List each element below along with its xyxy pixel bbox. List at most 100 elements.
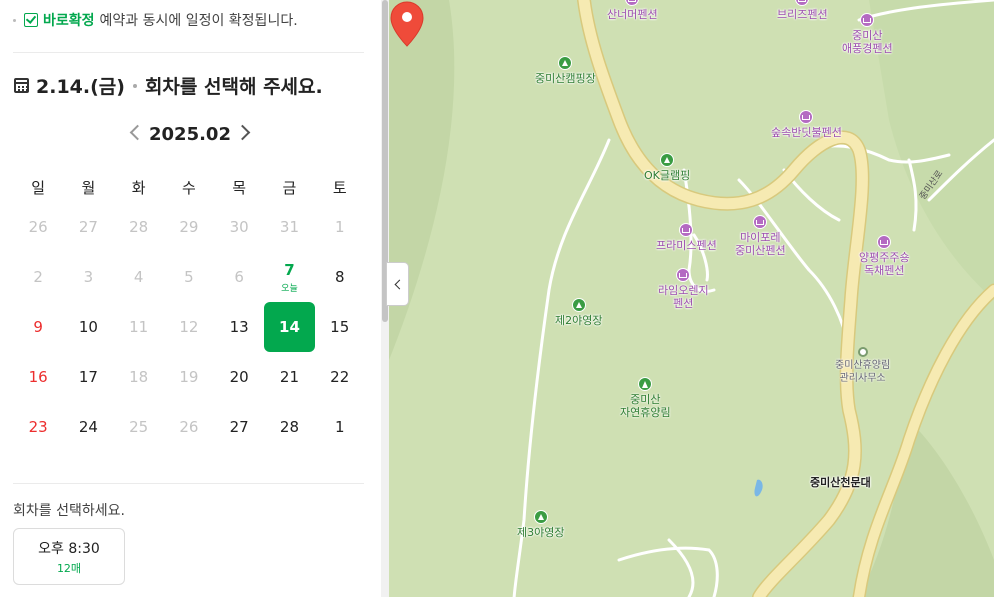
bullet-dot <box>13 18 16 22</box>
day-number: 27 <box>78 218 98 236</box>
calendar-day: 2 <box>13 252 63 302</box>
calendar-day: 30 <box>214 202 264 252</box>
divider <box>13 52 364 53</box>
weekday-label: 목 <box>232 178 247 197</box>
day-number: 3 <box>83 268 94 286</box>
calendar-day-selected[interactable]: 14 <box>264 302 316 352</box>
calendar-day: 5 <box>164 252 214 302</box>
calendar-day: 6 <box>214 252 264 302</box>
map-poi-pension[interactable]: 라임오렌지 펜션 <box>658 268 709 310</box>
selected-date-heading: 2.14.(금) 회차를 선택해 주세요. <box>14 72 323 99</box>
weekday-label: 월 <box>81 178 96 197</box>
day-number: 6 <box>234 268 244 286</box>
calendar-day[interactable]: 23 <box>13 402 63 452</box>
day-number: 7 <box>284 260 295 279</box>
month-navigator: 2025.02 <box>120 120 260 148</box>
calendar-day[interactable]: 8 <box>315 252 365 302</box>
map-poi-office[interactable]: 중미산휴양림 관리사무소 <box>835 347 890 385</box>
pension-icon <box>753 215 768 229</box>
calendar-day[interactable]: 17 <box>63 352 113 402</box>
day-number: 31 <box>279 218 299 236</box>
map-poi-pension[interactable]: 마이포레 중미산펜션 <box>735 215 786 257</box>
calendar-day: 26 <box>13 202 63 252</box>
day-number: 9 <box>33 318 43 336</box>
time-slot-button[interactable]: 오후 8:30 12매 <box>13 528 125 585</box>
day-number: 5 <box>184 268 194 286</box>
calendar-day: 3 <box>63 252 113 302</box>
day-number: 12 <box>179 318 199 336</box>
day-number: 2 <box>33 268 43 286</box>
calendar-day-today[interactable]: 7 오늘 <box>264 252 314 302</box>
collapse-panel-button[interactable] <box>386 262 409 306</box>
calendar-day: 25 <box>114 402 164 452</box>
map-poi-forest[interactable]: 중미산 자연휴양림 <box>620 377 671 419</box>
map-poi-campground[interactable]: 중미산캠핑장 <box>535 56 596 85</box>
map-poi-campground[interactable]: 제2야영장 <box>555 298 602 327</box>
day-number: 30 <box>229 218 249 236</box>
location-pin-icon[interactable] <box>389 0 425 48</box>
day-number: 23 <box>28 418 48 436</box>
day-number: 15 <box>330 318 350 336</box>
pension-icon <box>860 13 875 27</box>
calendar-day[interactable]: 9 <box>13 302 63 352</box>
map-poi-pension[interactable]: 프라미스펜션 <box>656 223 717 252</box>
calendar-day[interactable]: 20 <box>214 352 264 402</box>
day-number: 26 <box>179 418 199 436</box>
map-poi-pension[interactable]: 숲속반딧불펜션 <box>771 110 842 139</box>
day-number: 27 <box>229 418 249 436</box>
day-number: 19 <box>179 368 199 386</box>
calendar-day[interactable]: 15 <box>315 302 365 352</box>
map-poi-campground[interactable]: OK글램핑 <box>644 153 690 182</box>
campground-icon <box>660 153 675 167</box>
map-poi-campground[interactable]: 제3야영장 <box>517 510 564 539</box>
map-poi-pension[interactable]: 산너머펜션 <box>607 0 658 21</box>
pension-icon <box>877 235 892 249</box>
calendar-day[interactable]: 28 <box>264 402 314 452</box>
calendar-day[interactable]: 10 <box>63 302 113 352</box>
campground-icon <box>558 56 573 70</box>
pension-icon <box>625 0 640 6</box>
calendar-week: 2 3 4 5 6 7 오늘 8 <box>13 252 365 302</box>
map-view[interactable]: 중미산로 산너머펜션 브리즈펜션 중미산 애풍경펜션 중미산캠핑장 숲속반딧불펜… <box>389 0 994 597</box>
map-poi-pension[interactable]: 중미산 애풍경펜션 <box>842 13 893 55</box>
weekday-header: 일월화수목금토 <box>13 172 365 202</box>
day-number: 1 <box>334 218 345 236</box>
calendar-day[interactable]: 24 <box>63 402 113 452</box>
day-number: 29 <box>179 218 199 236</box>
month-label: 2025.02 <box>149 123 231 145</box>
calendar-day[interactable]: 13 <box>214 302 264 352</box>
calendar-day: 29 <box>164 202 214 252</box>
campground-icon <box>571 298 586 312</box>
separator-dot <box>132 83 137 88</box>
day-number: 18 <box>129 368 149 386</box>
map-poi-destination[interactable]: 중미산천문대 <box>810 476 871 489</box>
calendar-day[interactable]: 16 <box>13 352 63 402</box>
calendar-day[interactable]: 22 <box>315 352 365 402</box>
calendar-week: 23 24 25 26 27 28 1 <box>13 402 365 452</box>
calendar-day[interactable]: 1 <box>315 402 365 452</box>
weekday-label: 금 <box>282 178 297 197</box>
day-number: 28 <box>279 418 299 436</box>
time-slot-time: 오후 8:30 <box>38 540 100 557</box>
pension-icon <box>679 223 694 237</box>
map-poi-pension[interactable]: 양평주주숑 독채펜션 <box>859 235 910 277</box>
day-number: 16 <box>28 368 48 386</box>
day-number: 25 <box>129 418 149 436</box>
day-number: 4 <box>133 268 144 286</box>
pension-icon <box>799 110 814 124</box>
calendar-day: 19 <box>164 352 214 402</box>
day-number: 22 <box>330 368 350 386</box>
calendar-day: 4 <box>114 252 164 302</box>
prev-month-icon[interactable] <box>129 124 146 141</box>
calendar-day: 31 <box>264 202 314 252</box>
weekday-label: 토 <box>332 178 347 197</box>
notice-text: 예약과 동시에 일정이 확정됩니다. <box>99 13 298 29</box>
forest-icon <box>638 377 653 391</box>
today-label: 오늘 <box>281 283 298 294</box>
next-month-icon[interactable] <box>234 124 251 141</box>
calendar-day[interactable]: 27 <box>214 402 264 452</box>
day-number: 10 <box>78 318 98 336</box>
day-number: 11 <box>129 318 149 336</box>
calendar-day[interactable]: 21 <box>264 352 314 402</box>
map-poi-pension[interactable]: 브리즈펜션 <box>777 0 828 21</box>
